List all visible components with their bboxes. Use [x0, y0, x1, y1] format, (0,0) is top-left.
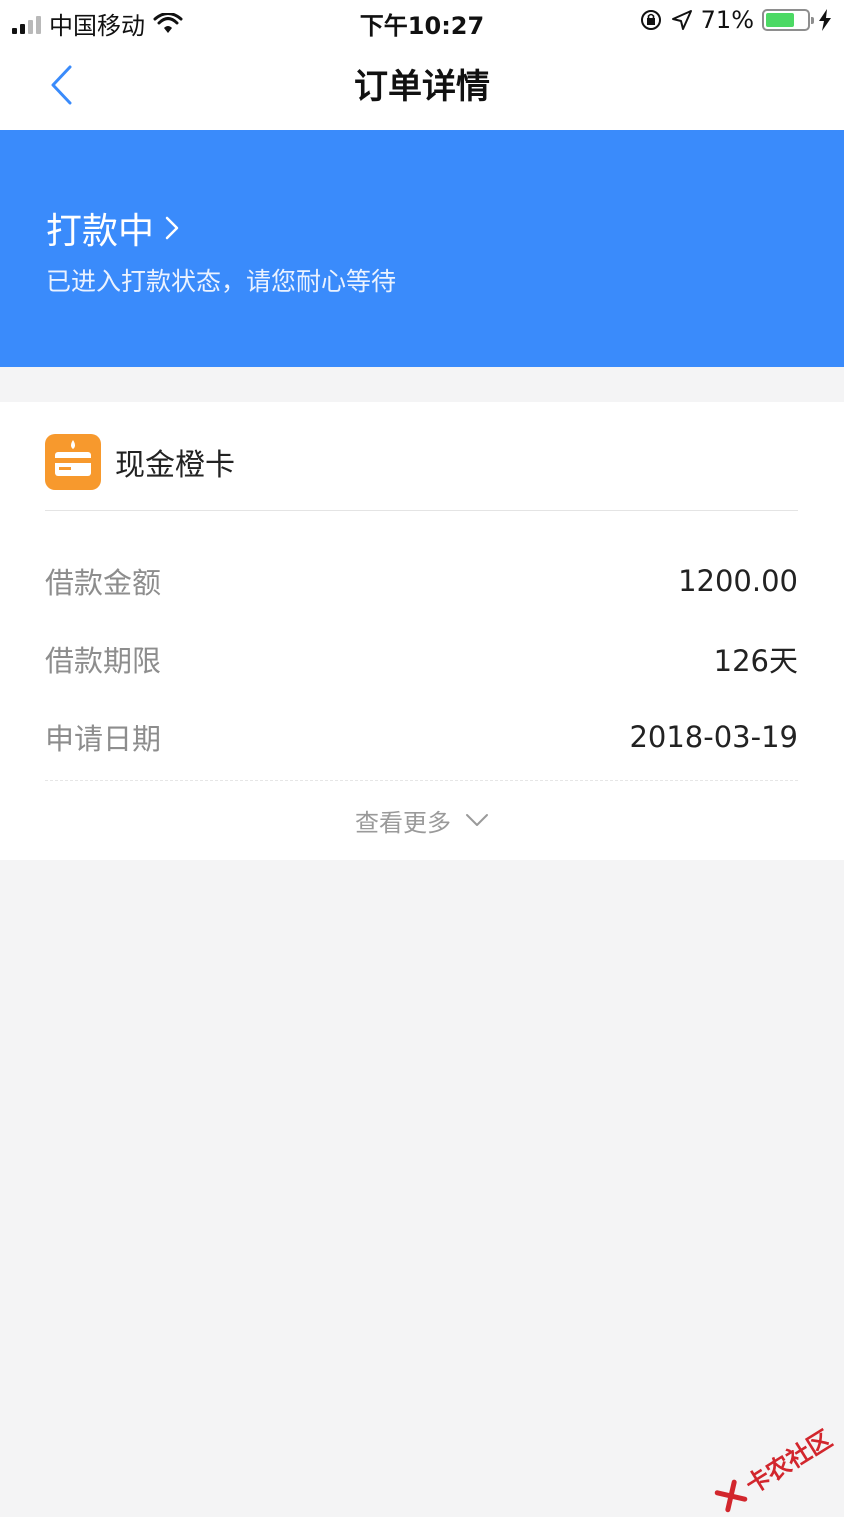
divider — [45, 510, 798, 511]
row-value: 126天 — [714, 638, 798, 680]
app-name: 现金橙卡 — [115, 440, 235, 484]
row-value: 1200.00 — [678, 564, 798, 598]
view-more-button[interactable]: 查看更多 — [0, 790, 844, 850]
page-title: 订单详情 — [0, 44, 844, 130]
row-label: 借款期限 — [45, 638, 161, 680]
order-detail-card: 现金橙卡 借款金额 1200.00 借款期限 126天 申请日期 2018-03… — [0, 402, 844, 860]
status-right: 71% — [639, 6, 832, 34]
detail-row-loan-term: 借款期限 126天 — [45, 620, 798, 698]
battery-fill — [766, 13, 794, 27]
row-value: 2018-03-19 — [629, 720, 798, 754]
detail-row-loan-amount: 借款金额 1200.00 — [45, 542, 798, 620]
nav-bar: 订单详情 — [0, 44, 844, 130]
location-icon — [671, 9, 693, 31]
rotation-lock-icon — [639, 8, 663, 32]
chevron-down-icon — [465, 813, 489, 827]
watermark-text: 卡农社区 — [738, 1420, 838, 1501]
detail-list: 借款金额 1200.00 借款期限 126天 申请日期 2018-03-19 — [45, 542, 798, 776]
dashed-divider — [45, 780, 798, 781]
charging-icon — [818, 9, 832, 31]
battery-percent: 71% — [701, 6, 754, 34]
detail-row-apply-date: 申请日期 2018-03-19 — [45, 698, 798, 776]
watermark: 卡农社区 — [710, 1420, 837, 1517]
view-more-label: 查看更多 — [355, 803, 451, 838]
order-status-title: 打款中 — [46, 202, 154, 254]
app-logo-icon — [45, 434, 101, 490]
order-status-banner: 打款中 已进入打款状态，请您耐心等待 — [0, 130, 844, 367]
watermark-logo-icon — [713, 1478, 749, 1514]
battery-icon — [762, 9, 810, 31]
card-header: 现金橙卡 — [45, 434, 235, 490]
order-status-subtitle: 已进入打款状态，请您耐心等待 — [46, 262, 396, 298]
row-label: 借款金额 — [45, 560, 161, 602]
chevron-right-icon — [164, 214, 180, 242]
row-label: 申请日期 — [45, 716, 161, 758]
status-bar: 中国移动 下午10:27 71% — [0, 0, 844, 44]
order-status-link[interactable]: 打款中 — [46, 202, 180, 254]
